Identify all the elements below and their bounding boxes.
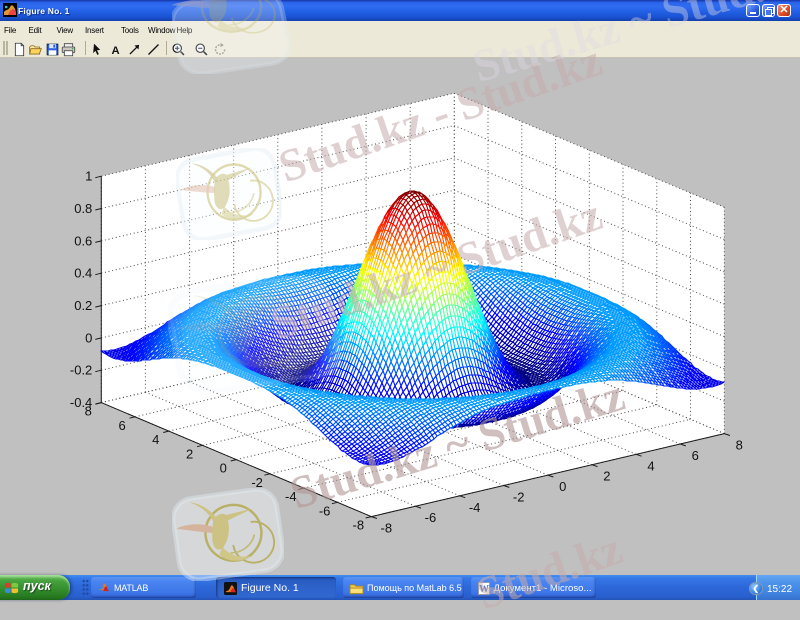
svg-text:0.8: 0.8	[74, 201, 92, 216]
svg-text:6: 6	[118, 418, 125, 433]
svg-text:8: 8	[85, 404, 92, 419]
svg-text:2: 2	[186, 446, 193, 461]
svg-text:-8: -8	[353, 518, 365, 533]
svg-text:0: 0	[85, 330, 92, 345]
svg-text:-8: -8	[381, 521, 393, 536]
svg-text:-2: -2	[251, 475, 263, 490]
svg-text:0: 0	[559, 479, 566, 494]
svg-text:-2: -2	[513, 490, 525, 505]
svg-text:-6: -6	[425, 510, 437, 525]
svg-text:1: 1	[85, 169, 92, 184]
svg-text:-0.2: -0.2	[70, 363, 92, 378]
svg-text:0.2: 0.2	[74, 298, 92, 313]
svg-text:6: 6	[692, 448, 699, 463]
svg-text:2: 2	[603, 469, 610, 484]
svg-text:4: 4	[152, 432, 159, 447]
svg-text:-6: -6	[319, 503, 331, 518]
svg-text:0.6: 0.6	[74, 233, 92, 248]
svg-text:A: A	[111, 45, 119, 57]
svg-text:0.4: 0.4	[74, 266, 92, 281]
svg-text:4: 4	[647, 458, 654, 473]
svg-text:-4: -4	[469, 500, 481, 515]
svg-text:8: 8	[736, 438, 743, 453]
svg-text:W: W	[479, 584, 489, 595]
svg-text:-4: -4	[285, 489, 297, 504]
svg-text:0: 0	[220, 461, 227, 476]
